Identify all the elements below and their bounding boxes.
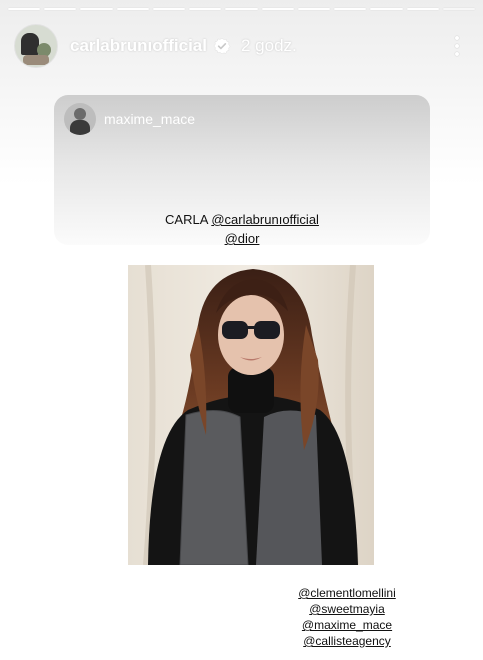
post-photo-illustration — [128, 265, 374, 565]
progress-segment — [44, 8, 77, 10]
story-timestamp: 2 godz. — [240, 36, 297, 55]
caption-mention[interactable]: @carlabrunıofficial — [211, 212, 319, 227]
profile-avatar[interactable] — [14, 24, 58, 68]
more-options-icon[interactable] — [445, 32, 469, 60]
shared-post-author[interactable]: maxime_mace — [104, 111, 195, 127]
shared-post-caption: CARLA @carlabrunıofficial @dior — [54, 210, 430, 248]
caption-text: CARLA — [165, 212, 208, 227]
story-header: carlabrunıofficial 2 godz. — [14, 24, 469, 68]
progress-segment — [8, 8, 41, 10]
progress-segment — [116, 8, 149, 10]
progress-segment — [225, 8, 258, 10]
verified-badge-icon — [213, 37, 231, 55]
mention-link[interactable]: @callisteagency — [292, 633, 402, 649]
mention-link[interactable]: @clementlomellini — [292, 585, 402, 601]
mention-link[interactable]: @sweetmayia — [292, 601, 402, 617]
progress-segment — [334, 8, 367, 10]
progress-segment — [261, 8, 294, 10]
mention-link[interactable]: @maxime_mace — [292, 617, 402, 633]
shared-post-header: maxime_mace — [64, 103, 195, 135]
progress-segment — [80, 8, 113, 10]
progress-segment — [406, 8, 439, 10]
post-photo[interactable] — [128, 265, 374, 565]
shared-post-author-avatar[interactable] — [64, 103, 96, 135]
progress-segment — [152, 8, 186, 10]
progress-segment-current — [442, 8, 476, 10]
progress-segment — [297, 8, 331, 10]
story-username[interactable]: carlabrunıofficial — [70, 36, 207, 56]
progress-segment — [189, 8, 222, 10]
story-progress-bar — [8, 8, 476, 10]
caption-mention[interactable]: @dior — [225, 231, 260, 246]
progress-segment — [370, 8, 403, 10]
story-mentions: @clementlomellini @sweetmayia @maxime_ma… — [292, 585, 402, 649]
